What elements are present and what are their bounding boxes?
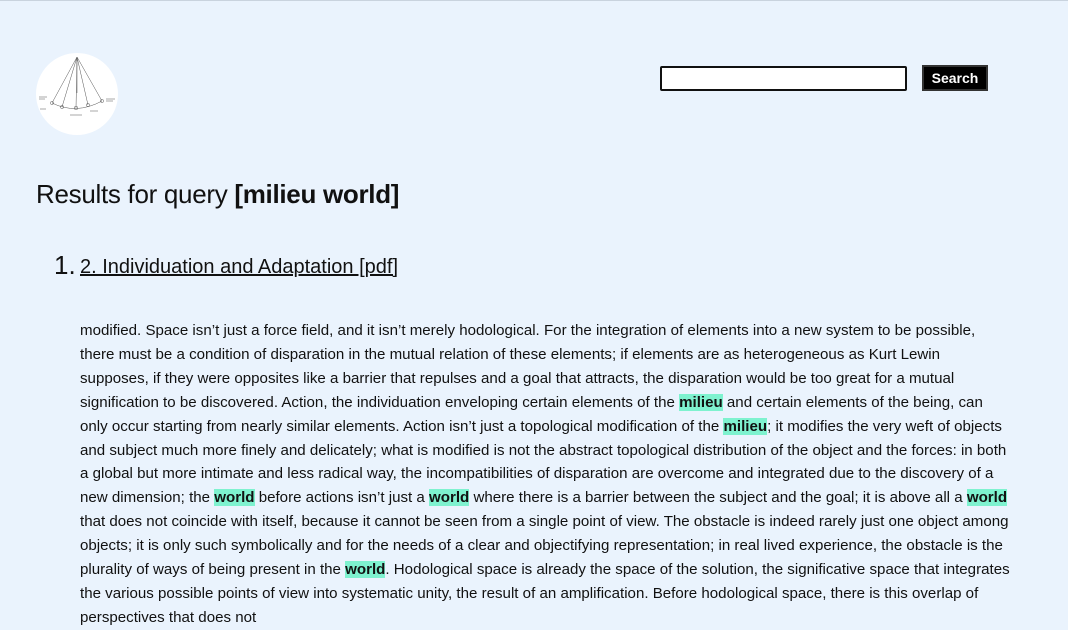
highlighted-term: world xyxy=(345,561,386,579)
highlighted-term: world xyxy=(214,489,255,507)
search-button[interactable]: Search xyxy=(922,65,988,91)
search-input[interactable] xyxy=(660,66,907,91)
result-title-link[interactable]: 2. Individuation and Adaptation [pdf] xyxy=(80,256,398,279)
query-display: [milieu world] xyxy=(234,179,400,209)
highlighted-term: milieu xyxy=(679,393,723,411)
results-heading-prefix: Results for query xyxy=(36,179,235,209)
results-heading: Results for query [milieu world] xyxy=(36,179,399,210)
result-snippet: modified. Space isn’t just a force field… xyxy=(80,319,1010,630)
highlighted-term: world xyxy=(966,489,1008,507)
snippet-text: before actions isn’t just a xyxy=(254,489,430,507)
highlighted-term: world xyxy=(429,489,470,507)
logo-diagram-icon xyxy=(39,56,115,116)
site-logo[interactable] xyxy=(36,53,118,135)
snippet-text: where there is a barrier between the sub… xyxy=(469,489,967,507)
result-number: 1. xyxy=(54,250,76,280)
highlighted-term: milieu xyxy=(723,417,768,435)
